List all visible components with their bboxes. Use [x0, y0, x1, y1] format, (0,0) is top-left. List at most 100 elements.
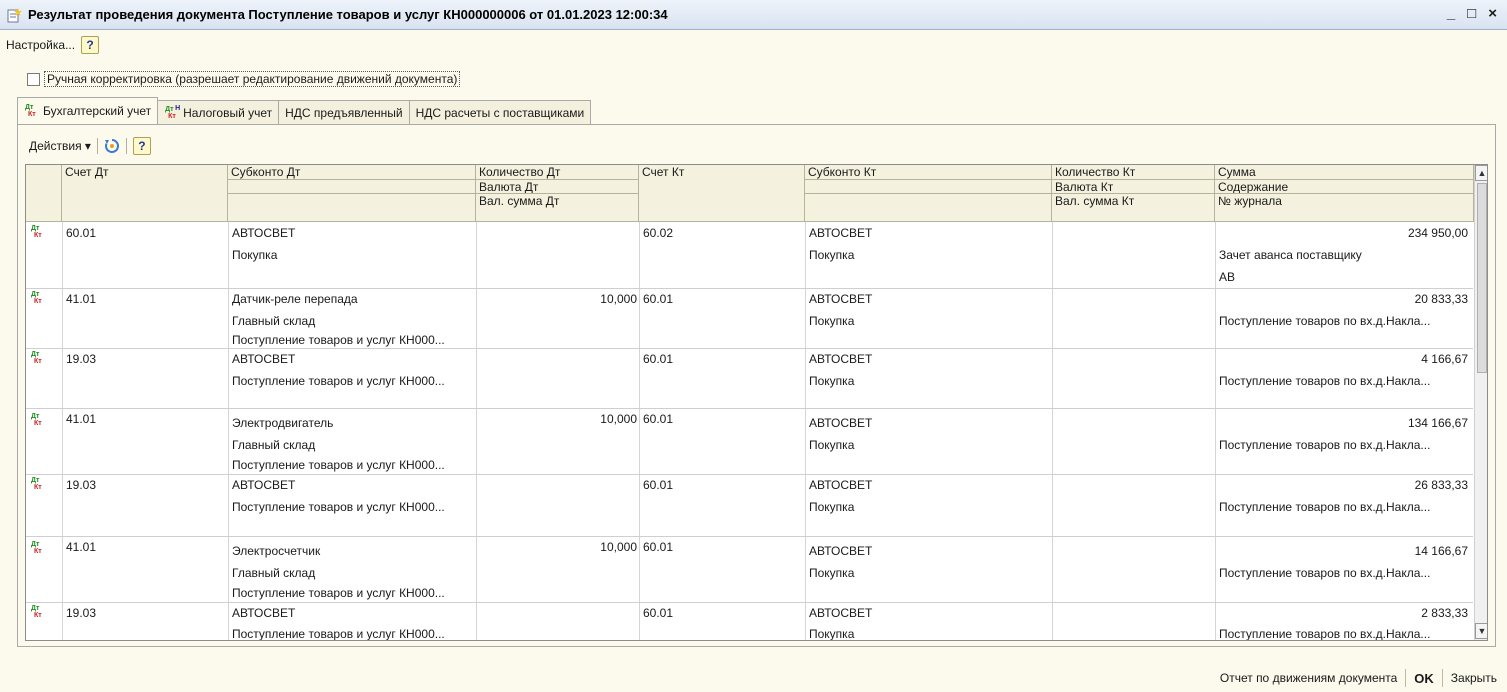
cell-subkonto-dt[interactable]: Поступление товаров и услуг КН000...: [232, 332, 474, 349]
tab-accounting[interactable]: Дт Кт Бухгалтерский учет: [17, 97, 159, 124]
cell-subkonto-dt[interactable]: АВТОСВЕТ: [232, 474, 474, 496]
cell-subkonto-dt[interactable]: Датчик-реле перепада: [232, 288, 474, 310]
close-window-button[interactable]: ×: [1488, 5, 1497, 22]
header-kol-kt[interactable]: Количество Кт: [1052, 165, 1215, 180]
cell-summa[interactable]: 2 833,33: [1218, 602, 1468, 624]
cell-schet-kt[interactable]: 60.01: [643, 408, 803, 430]
cell-subkonto-dt[interactable]: Электросчетчик: [232, 540, 474, 562]
cell-kol-dt[interactable]: 10,000: [478, 536, 637, 558]
header-subkonto-dt-2: [228, 180, 476, 194]
header-valuta-dt[interactable]: Валюта Дт: [476, 180, 639, 194]
header-summa[interactable]: Сумма: [1215, 165, 1474, 180]
cell-summa[interactable]: 4 166,67: [1218, 348, 1468, 370]
cell-subkonto-dt[interactable]: Покупка: [232, 244, 474, 266]
cell-schet-kt[interactable]: 60.01: [643, 288, 803, 310]
refresh-icon[interactable]: [104, 138, 120, 154]
header-nomer-zhurnala[interactable]: № журнала: [1215, 194, 1474, 222]
cell-subkonto-dt[interactable]: Главный склад: [232, 562, 474, 584]
cell-summa[interactable]: 134 166,67: [1218, 412, 1468, 434]
cell-subkonto-kt[interactable]: Покупка: [809, 370, 1049, 392]
scroll-down-button[interactable]: ▼: [1475, 623, 1487, 639]
settings-menu[interactable]: Настройка...: [6, 38, 75, 52]
header-kol-dt[interactable]: Количество Дт: [476, 165, 639, 180]
cell-soderzhanie[interactable]: Поступление товаров по вх.д.Накла...: [1219, 370, 1471, 392]
cell-subkonto-kt[interactable]: АВТОСВЕТ: [809, 474, 1049, 496]
cell-summa[interactable]: 234 950,00: [1218, 222, 1468, 244]
tab-vat-presented[interactable]: НДС предъявленный: [278, 100, 410, 124]
cell-subkonto-kt[interactable]: Покупка: [809, 310, 1049, 332]
header-valsum-kt[interactable]: Вал. сумма Кт: [1052, 194, 1215, 222]
cell-schet-dt[interactable]: 19.03: [66, 602, 226, 624]
cell-subkonto-kt[interactable]: АВТОСВЕТ: [809, 348, 1049, 370]
vertical-scrollbar[interactable]: ▲ ▼: [1474, 165, 1487, 640]
actions-menu[interactable]: Действия ▾: [29, 139, 91, 153]
cell-subkonto-dt[interactable]: Поступление товаров и услуг КН000...: [232, 623, 474, 640]
cell-subkonto-kt[interactable]: Покупка: [809, 623, 1049, 640]
cell-zhurnal[interactable]: АВ: [1219, 266, 1471, 288]
header-subkonto-dt[interactable]: Субконто Дт: [228, 165, 476, 180]
cell-subkonto-dt[interactable]: Электродвигатель: [232, 412, 474, 434]
cell-summa[interactable]: 14 166,67: [1218, 540, 1468, 562]
cell-subkonto-dt[interactable]: Поступление товаров и услуг КН000...: [232, 584, 474, 602]
header-soderzhanie[interactable]: Содержание: [1215, 180, 1474, 194]
cell-subkonto-kt[interactable]: АВТОСВЕТ: [809, 540, 1049, 562]
cell-schet-dt[interactable]: 41.01: [66, 288, 226, 310]
cell-schet-kt[interactable]: 60.01: [643, 536, 803, 558]
ok-button[interactable]: OK: [1414, 671, 1434, 686]
cell-kol-dt[interactable]: 10,000: [478, 408, 637, 430]
header-valuta-kt[interactable]: Валюта Кт: [1052, 180, 1215, 194]
column-separator: [62, 222, 63, 640]
tab-panel: Действия ▾ ? Счет Дт Субконто Дт Количес…: [17, 124, 1496, 647]
cell-schet-kt[interactable]: 60.02: [643, 222, 803, 244]
cell-subkonto-kt[interactable]: Покупка: [809, 562, 1049, 584]
manual-edit-checkbox[interactable]: [27, 72, 40, 86]
header-subkonto-kt[interactable]: Субконто Кт: [805, 165, 1052, 180]
close-button[interactable]: Закрыть: [1451, 671, 1497, 685]
cell-subkonto-kt[interactable]: АВТОСВЕТ: [809, 288, 1049, 310]
cell-schet-kt[interactable]: 60.01: [643, 602, 803, 624]
grid-help-button[interactable]: ?: [132, 137, 151, 155]
cell-schet-dt[interactable]: 19.03: [66, 348, 226, 370]
cell-schet-dt[interactable]: 41.01: [66, 408, 226, 430]
scroll-thumb[interactable]: [1477, 183, 1487, 373]
cell-subkonto-dt[interactable]: Поступление товаров и услуг КН000...: [232, 456, 474, 474]
movements-report-button[interactable]: Отчет по движениям документа: [1220, 671, 1397, 685]
cell-soderzhanie[interactable]: Поступление товаров по вх.д.Накла...: [1219, 562, 1471, 584]
cell-schet-dt[interactable]: 41.01: [66, 536, 226, 558]
cell-soderzhanie[interactable]: Поступление товаров по вх.д.Накла...: [1219, 623, 1471, 640]
cell-subkonto-dt[interactable]: АВТОСВЕТ: [232, 348, 474, 370]
maximize-button[interactable]: □: [1467, 5, 1476, 22]
cell-kol-dt[interactable]: 10,000: [478, 288, 637, 310]
cell-soderzhanie[interactable]: Зачет аванса поставщику: [1219, 244, 1471, 266]
cell-subkonto-kt[interactable]: АВТОСВЕТ: [809, 412, 1049, 434]
cell-schet-dt[interactable]: 19.03: [66, 474, 226, 496]
cell-summa[interactable]: 26 833,33: [1218, 474, 1468, 496]
header-schet-dt[interactable]: Счет Дт: [62, 165, 228, 222]
cell-schet-kt[interactable]: 60.01: [643, 348, 803, 370]
tab-vat-suppliers[interactable]: НДС расчеты с поставщиками: [408, 100, 592, 124]
cell-soderzhanie[interactable]: Поступление товаров по вх.д.Накла...: [1219, 434, 1471, 456]
help-button[interactable]: ?: [81, 36, 100, 54]
cell-soderzhanie[interactable]: Поступление товаров по вх.д.Накла...: [1219, 310, 1471, 332]
cell-subkonto-kt[interactable]: АВТОСВЕТ: [809, 222, 1049, 244]
cell-subkonto-dt[interactable]: АВТОСВЕТ: [232, 602, 474, 624]
cell-summa[interactable]: 20 833,33: [1218, 288, 1468, 310]
cell-subkonto-dt[interactable]: Главный склад: [232, 310, 474, 332]
header-valsum-dt[interactable]: Вал. сумма Дт: [476, 194, 639, 222]
cell-subkonto-kt[interactable]: Покупка: [809, 496, 1049, 518]
cell-subkonto-dt[interactable]: Поступление товаров и услуг КН000...: [232, 370, 474, 392]
header-schet-kt[interactable]: Счет Кт: [639, 165, 805, 222]
cell-schet-kt[interactable]: 60.01: [643, 474, 803, 496]
cell-schet-dt[interactable]: 60.01: [66, 222, 226, 244]
cell-subkonto-kt[interactable]: Покупка: [809, 434, 1049, 456]
cell-subkonto-dt[interactable]: Главный склад: [232, 434, 474, 456]
manual-edit-label[interactable]: Ручная корректировка (разрешает редактир…: [44, 71, 461, 87]
cell-soderzhanie[interactable]: Поступление товаров по вх.д.Накла...: [1219, 496, 1471, 518]
minimize-button[interactable]: _: [1447, 5, 1455, 22]
scroll-up-button[interactable]: ▲: [1475, 165, 1487, 181]
cell-subkonto-kt[interactable]: Покупка: [809, 244, 1049, 266]
cell-subkonto-dt[interactable]: Поступление товаров и услуг КН000...: [232, 496, 474, 518]
cell-subkonto-dt[interactable]: АВТОСВЕТ: [232, 222, 474, 244]
cell-subkonto-kt[interactable]: АВТОСВЕТ: [809, 602, 1049, 624]
tab-tax[interactable]: Дт Кт Н Налоговый учет: [157, 100, 280, 124]
